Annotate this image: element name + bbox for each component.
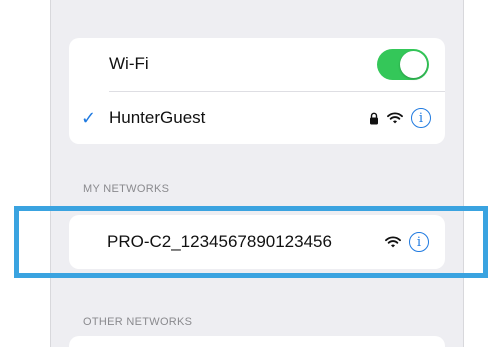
wifi-label: Wi-Fi [109,54,149,73]
connected-network-row[interactable]: ✓ HunterGuest i [69,92,445,144]
wifi-signal-icon [387,112,403,124]
other-networks-header: OTHER NETWORKS [83,316,193,328]
wifi-settings-screen: Wi-Fi ✓ HunterGuest i MY NETWORKS PRO-C2… [50,0,464,356]
wifi-toggle[interactable] [377,49,429,80]
info-icon[interactable]: i [411,108,431,128]
checkmark-icon: ✓ [81,107,97,128]
toggle-knob [400,51,427,78]
my-networks-header: MY NETWORKS [83,183,170,195]
highlight-box [14,206,488,278]
network-icons: i [369,108,431,128]
lock-icon [369,112,379,125]
connected-network-name: HunterGuest [109,108,206,127]
wifi-group: Wi-Fi ✓ HunterGuest i [69,38,445,144]
other-networks-group [69,336,445,356]
wifi-toggle-row[interactable]: Wi-Fi [69,38,445,90]
